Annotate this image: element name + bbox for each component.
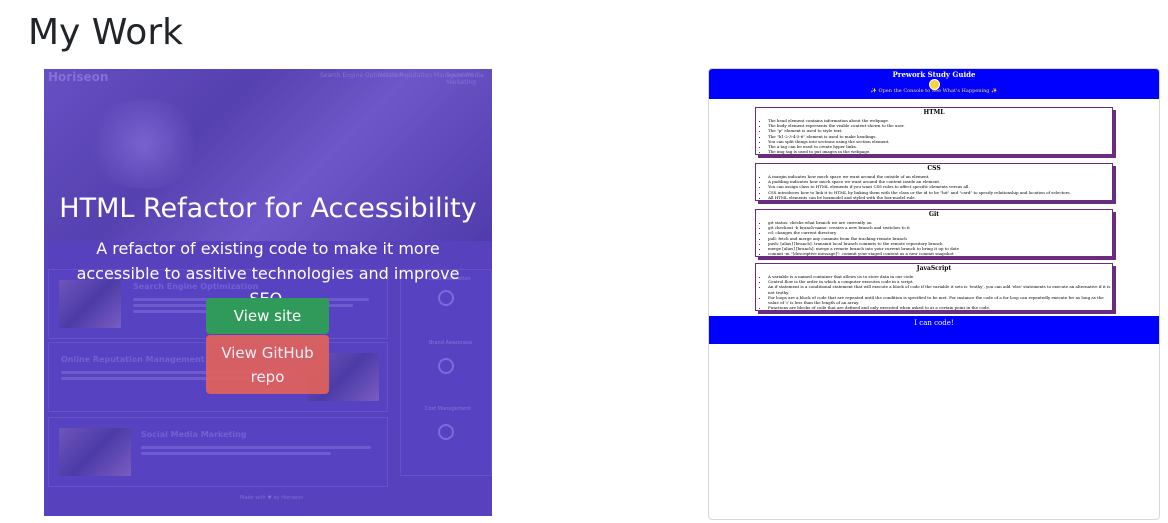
section-title: JavaScript [916,265,952,272]
project-title: HTML Refactor for Accessibility [59,193,477,224]
preview-section-javascript: JavaScript A variable is a named contain… [755,263,1113,312]
project-card-refactor: Horiseon Search Engine Optimization Onli… [44,69,492,516]
preview-subtitle: ✨ Open the Console to See What's Happeni… [870,88,998,94]
list-item: For loops are a block of code that are r… [768,295,1112,305]
preview-section-git: Git git status: checks what branch we ar… [755,209,1113,258]
preview-section-html: HTML The head element contains informati… [755,107,1113,156]
preview-header: Prework Study Guide ✨ Open the Console t… [709,69,1159,99]
section-title: HTML [923,109,945,116]
list-item: All HTML elements can be boxmodel and st… [768,195,1112,200]
preview-footer: I can code! [709,316,1159,344]
list-item: Functions are blocks of code that are de… [768,305,1112,310]
project-card-prework[interactable]: Prework Study Guide ✨ Open the Console t… [708,68,1160,520]
list-item: The img tag is used to put images in the… [768,149,1112,154]
view-site-button[interactable]: View site [206,298,329,334]
list-item: An if statement is a conditional stateme… [768,284,1112,294]
section-title: Git [928,211,940,218]
section-list: The head element contains information ab… [756,118,1112,154]
page-title: My Work [28,12,183,53]
preview-section-css: CSS A margin indicates how much space we… [755,163,1113,202]
section-list: git status: checks what branch we are cu… [756,220,1112,256]
section-list: A margin indicates how much space we wan… [756,174,1112,200]
preview-title: Prework Study Guide [892,70,976,79]
section-title: CSS [927,165,941,172]
list-item: commit -m "[descriptive message]": commi… [768,251,1112,256]
section-list: A variable is a named container that all… [756,274,1112,310]
view-github-repo-button[interactable]: View GitHub repo [206,335,329,394]
